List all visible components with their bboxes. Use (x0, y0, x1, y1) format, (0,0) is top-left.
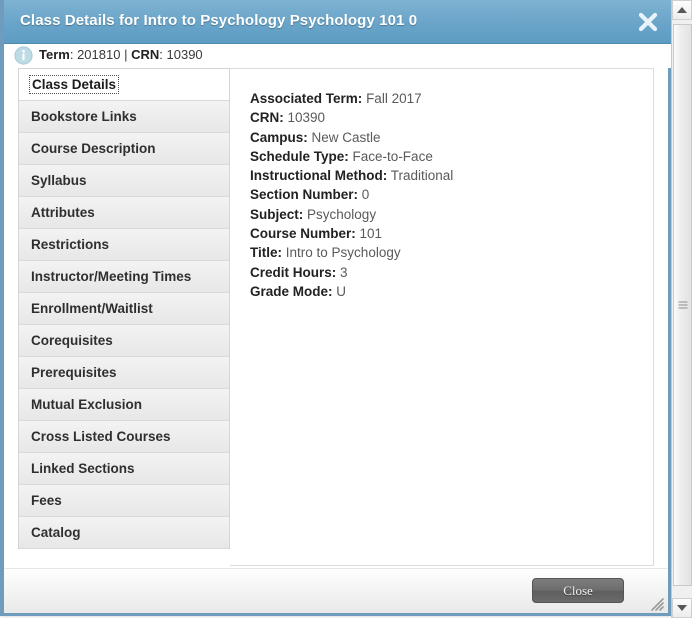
term-crn-text: Term: 201810 | CRN: 10390 (39, 47, 203, 62)
tab-item-label: Corequisites (31, 333, 113, 348)
tab-item-label: Cross Listed Courses (31, 429, 171, 444)
tab-item[interactable]: Attributes (19, 197, 229, 229)
detail-field-value: New Castle (311, 129, 381, 145)
tab-item-label: Bookstore Links (31, 109, 137, 124)
detail-field-label: CRN: (250, 110, 284, 126)
tab-item-label: Fees (31, 493, 62, 508)
scroll-up-arrow-icon[interactable] (672, 0, 692, 20)
tab-item-label: Enrollment/Waitlist (31, 301, 153, 316)
detail-field: CRN: 10390 (250, 108, 653, 127)
tab-item[interactable]: Enrollment/Waitlist (19, 293, 229, 325)
tab-item[interactable]: Restrictions (19, 229, 229, 261)
detail-field-value: Psychology (307, 206, 377, 222)
tab-item[interactable]: Linked Sections (19, 453, 229, 485)
tab-item-label: Attributes (31, 205, 95, 220)
detail-field: Subject: Psychology (250, 205, 653, 224)
scroll-down-arrow-icon[interactable] (672, 598, 692, 618)
resize-grip-icon[interactable] (648, 595, 664, 611)
detail-field: Section Number: 0 (250, 185, 653, 204)
detail-field-label: Campus: (250, 129, 308, 145)
class-details-content-panel: Associated Term: Fall 2017 CRN: 10390 Camp… (230, 68, 654, 566)
tab-item-label: Course Description (31, 141, 156, 156)
detail-field: Associated Term: Fall 2017 (250, 89, 653, 108)
tab-item-label: Catalog (31, 525, 81, 540)
dialog-footer: Close (4, 568, 668, 613)
close-button[interactable]: Close (532, 578, 624, 603)
tab-item[interactable]: Corequisites (19, 325, 229, 357)
info-circle-icon (14, 46, 33, 65)
detail-field-label: Schedule Type: (250, 148, 349, 164)
detail-field-value: 10390 (287, 110, 326, 126)
detail-field: Schedule Type: Face-to-Face (250, 147, 653, 166)
tab-item[interactable]: Prerequisites (19, 357, 229, 389)
close-icon[interactable] (635, 9, 661, 35)
detail-field-value: Traditional (390, 168, 454, 184)
tab-item[interactable]: Class Details (19, 69, 229, 101)
detail-field: Course Number: 101 (250, 224, 653, 243)
detail-field-label: Section Number: (250, 187, 359, 203)
detail-field: Instructional Method: Traditional (250, 166, 653, 185)
detail-field: Title: Intro to Psychology (250, 243, 653, 262)
crn-value: 10390 (166, 47, 203, 62)
crn-label: CRN (131, 47, 160, 62)
detail-field-value: 3 (340, 264, 348, 280)
term-strip: Term: 201810 | CRN: 10390 (4, 44, 675, 68)
tab-item-label: Linked Sections (31, 461, 135, 476)
tab-item[interactable]: Catalog (19, 517, 229, 549)
tab-item[interactable]: Instructor/Meeting Times (19, 261, 229, 293)
tab-item-label: Prerequisites (31, 365, 117, 380)
detail-field-label: Associated Term: (250, 91, 363, 106)
tab-item[interactable]: Bookstore Links (19, 101, 229, 133)
detail-field-label: Grade Mode: (250, 283, 333, 299)
detail-field-label: Title: (250, 245, 283, 261)
detail-field-label: Subject: (250, 206, 304, 222)
term-value: 201810 (77, 47, 121, 62)
detail-field-label: Instructional Method: (250, 168, 388, 184)
tab-item[interactable]: Cross Listed Courses (19, 421, 229, 453)
browser-page: Class Details for Intro to Psychology Ps… (0, 0, 692, 618)
tab-item-label: Mutual Exclusion (31, 397, 143, 412)
detail-field-label: Course Number: (250, 226, 356, 242)
detail-field-value: Face-to-Face (352, 148, 433, 164)
class-details-dialog: Class Details for Intro to Psychology Ps… (0, 0, 675, 616)
detail-field: Grade Mode: U (250, 282, 653, 301)
tab-item[interactable]: Fees (19, 485, 229, 517)
tab-item-label: Restrictions (31, 237, 110, 252)
detail-field: Credit Hours: 3 (250, 263, 653, 282)
scrollbar-thumb[interactable] (673, 24, 692, 586)
detail-field-value: Intro to Psychology (285, 245, 401, 261)
detail-section-tab-list: Class Details Bookstore Links Course Descr… (18, 68, 230, 549)
tab-item[interactable]: Course Description (19, 133, 229, 165)
detail-field: Campus: New Castle (250, 128, 653, 147)
page-scrollbar[interactable] (671, 0, 692, 618)
detail-field-label: Credit Hours: (250, 264, 337, 280)
tab-item[interactable]: Syllabus (19, 165, 229, 197)
detail-field-value: 101 (359, 226, 383, 242)
class-details-field-list: Associated Term: Fall 2017 CRN: 10390 Camp… (230, 69, 653, 301)
tab-item-label: Instructor/Meeting Times (31, 269, 192, 284)
dialog-title: Class Details for Intro to Psychology Ps… (20, 12, 418, 29)
tab-item[interactable]: Mutual Exclusion (19, 389, 229, 421)
dialog-titlebar[interactable]: Class Details for Intro to Psychology Ps… (4, 0, 675, 44)
term-label: Term (39, 47, 70, 62)
detail-field-value: U (336, 283, 347, 299)
detail-field-value: 0 (361, 187, 370, 203)
tab-item-label: Class Details (28, 75, 120, 94)
tab-item-label: Syllabus (31, 173, 87, 188)
dialog-body: Class Details Bookstore Links Course Descr… (4, 68, 668, 568)
scrollbar-thumb-grip-icon (678, 301, 687, 309)
detail-field-value: Fall 2017 (366, 91, 422, 106)
